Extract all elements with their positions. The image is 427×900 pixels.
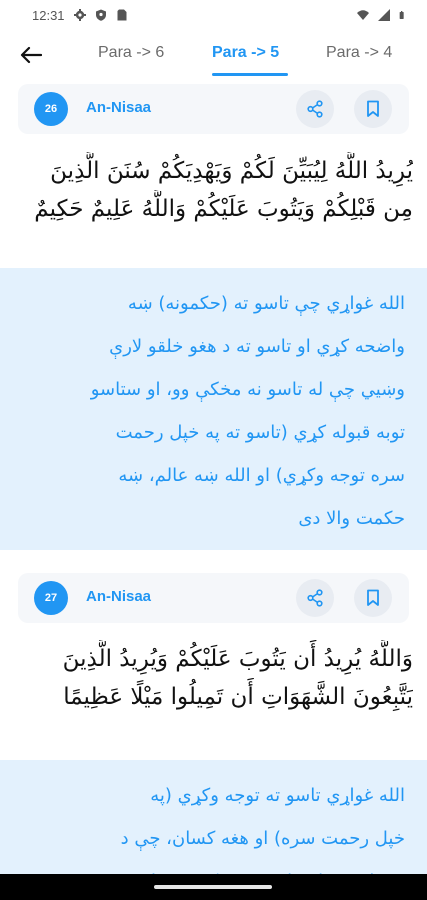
surah-name: An-Nisaa [86,588,152,605]
verse-number-badge: 26 [34,92,68,126]
translation-line: الله غواړي چې تاسو ته (حکمونه) ښه [127,293,405,314]
arabic-line: يُرِيدُ اللَّهُ لِيُبَيِّنَ لَكُمْ وَيَه… [50,158,413,184]
app-bar: Para -> 6 Para -> 5 Para -> 4 [0,30,427,80]
active-tab-indicator [212,73,288,76]
translation-line: نفساني خواهشاتو پيروي کوي، غواړي [22,860,405,874]
arabic-verse: وَاللَّهُ يُرِيدُ أَن يَتُوبَ عَلَيْكُمْ… [14,640,413,716]
status-time: 12:31 [32,7,65,23]
verse-number-badge: 27 [34,581,68,615]
verse-header: 26 An-Nisaa [18,84,409,134]
gesture-nav-bar [0,874,427,900]
shield-icon [95,9,106,21]
bookmark-icon [367,589,379,606]
battery-icon [399,11,404,19]
translation-line: واضحه کړي او تاسو ته د هغو خلقو لارې [109,336,405,357]
translation-block: الله غواړي تاسو ته توجه وکړي (په خپل رحم… [0,760,427,874]
tab-para-6[interactable]: Para -> 6 [98,44,164,62]
translation-line: الله غواړي تاسو ته توجه وکړي (په [150,785,405,806]
translation-line: توبه قبوله کړي (تاسو ته په خپل رحمت [115,422,405,443]
share-button[interactable] [296,90,334,128]
status-right [357,9,407,21]
translation-line: سره توجه وکړي) او الله ښه عالم، ښه [118,465,405,486]
share-button[interactable] [296,579,334,617]
back-button[interactable] [18,42,44,68]
translation-block: الله غواړي چې تاسو ته (حکمونه) ښه واضحه … [0,268,427,550]
wifi-icon [357,10,369,20]
surah-name: An-Nisaa [86,99,152,116]
arabic-line: وَاللَّهُ يُرِيدُ أَن يَتُوبَ عَلَيْكُمْ… [62,646,413,672]
share-icon [307,589,323,607]
gear-icon [73,9,86,21]
signal-icon [378,9,390,21]
bookmark-icon [367,100,379,117]
status-left: 12:31 [32,8,128,23]
bookmark-button[interactable] [354,579,392,617]
tab-para-5[interactable]: Para -> 5 [212,44,279,62]
arabic-line: مِن قَبْلِكُمْ وَيَتُوبَ عَلَيْكُمْ وَال… [34,196,413,222]
tab-para-4[interactable]: Para -> 4 [326,44,392,62]
sim-card-icon [117,9,127,21]
translation-line: وښيي چې له تاسو نه مخکې وو، او ستاسو [90,379,405,400]
share-icon [307,100,323,118]
translation-line: خپل رحمت سره) او هغه کسان، چې د [120,828,405,849]
bookmark-button[interactable] [354,90,392,128]
arabic-line: يَتَّبِعُونَ الشَّهَوَاتِ أَن تَمِيلُوا … [63,684,413,710]
arabic-verse: يُرِيدُ اللَّهُ لِيُبَيِّنَ لَكُمْ وَيَه… [14,152,413,228]
verse-header: 27 An-Nisaa [18,573,409,623]
arrow-left-icon [20,46,42,64]
translation-line: حکمت والا دى [298,508,405,529]
status-bar: 12:31 [0,0,427,30]
home-gesture-handle[interactable] [154,885,272,889]
